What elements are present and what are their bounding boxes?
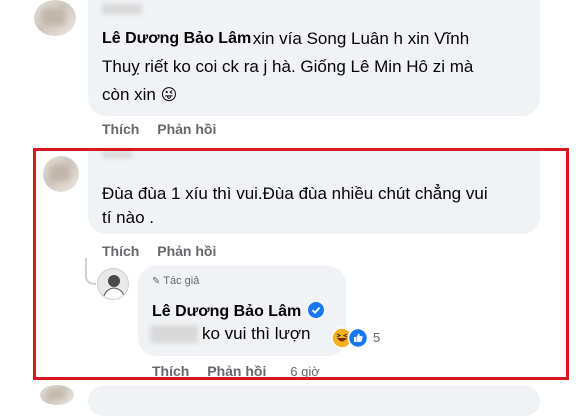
comment-bubble [88, 386, 540, 416]
reply-button[interactable]: Phản hồi [157, 121, 216, 137]
highlight-frame [33, 148, 569, 380]
avatar[interactable] [34, 0, 76, 36]
like-button[interactable]: Thích [102, 121, 139, 137]
comment-text-line: Thuỵ riết ko coi ck ra j hà. Giống Lê Mi… [102, 57, 474, 76]
comment-text-line: xin vía Song Luân h xin Vĩnh [248, 29, 470, 48]
winking-tongue-emoji-icon: 😜 [160, 87, 178, 104]
comment-text-line: còn xin 😜 [102, 81, 177, 109]
avatar[interactable] [40, 385, 74, 405]
blurred-name [102, 4, 142, 14]
comment-author[interactable]: Lê Dương Bảo Lâm [102, 30, 251, 48]
comment-actions: Thích Phản hồi [102, 121, 230, 137]
comment-text-line: còn xin [102, 85, 156, 104]
